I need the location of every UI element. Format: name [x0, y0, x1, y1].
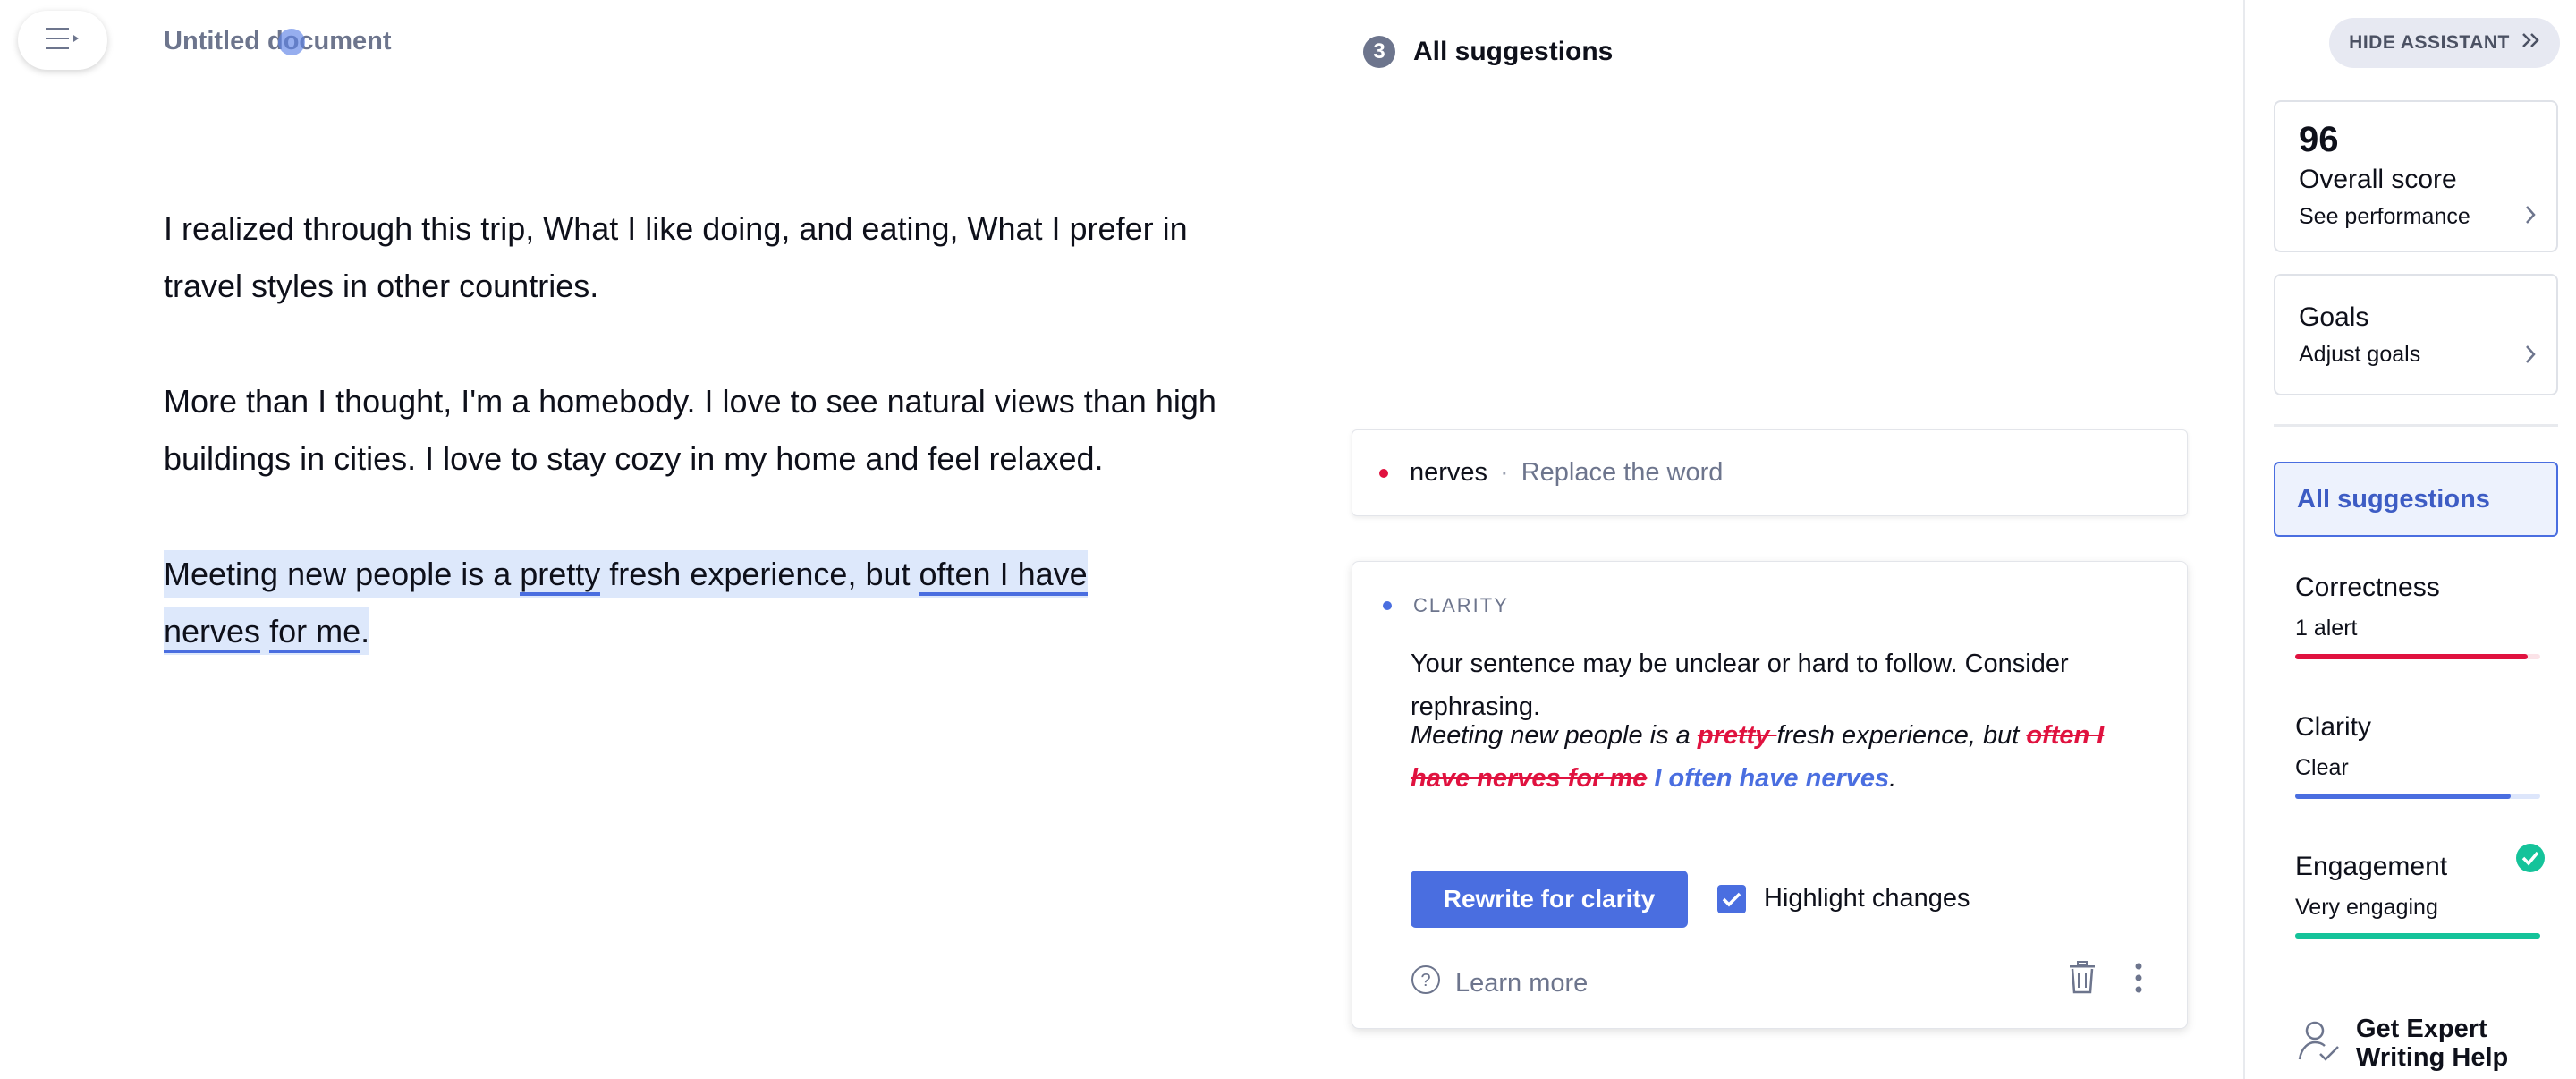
- category-progress-bar: [2295, 654, 2540, 659]
- correctness-dot-icon: [1379, 468, 1388, 478]
- suggestion-word: nerves: [1410, 458, 1488, 487]
- example-text: .: [1889, 764, 1897, 793]
- hide-assistant-label: HIDE ASSISTANT: [2349, 32, 2510, 53]
- expert-writing-help-button[interactable]: Get Expert Writing Help: [2297, 1015, 2535, 1072]
- card-category: CLARITY: [1383, 594, 1509, 617]
- progress-fill: [2295, 654, 2529, 659]
- example-text: Meeting new people is a: [1411, 721, 1698, 750]
- hamburger-menu-icon: [46, 25, 80, 56]
- sidebar-divider: [2274, 424, 2558, 427]
- example-text: fresh experience, but: [1776, 721, 2027, 750]
- category-name: Clarity: [2295, 712, 2372, 742]
- collaborator-cursor: [278, 29, 305, 55]
- chevron-right-icon: [2524, 344, 2537, 370]
- category-engagement[interactable]: Engagement Very engaging: [2295, 844, 2545, 939]
- text-fragment: fresh experience, but: [600, 556, 919, 592]
- chevron-right-icon: [2524, 204, 2537, 230]
- menu-button[interactable]: [18, 11, 107, 70]
- category-progress-bar: [2295, 933, 2540, 939]
- rewrite-for-clarity-button[interactable]: Rewrite for clarity: [1411, 871, 1688, 928]
- category-label: CLARITY: [1413, 594, 1509, 616]
- help-circle-icon: ?: [1411, 964, 1441, 1002]
- category-correctness[interactable]: Correctness 1 alert: [2295, 573, 2540, 659]
- category-status: 1 alert: [2295, 616, 2358, 641]
- more-options-icon[interactable]: [2134, 961, 2143, 999]
- hide-assistant-button[interactable]: HIDE ASSISTANT: [2329, 18, 2560, 68]
- text-fragment: Meeting new people is a: [164, 556, 521, 592]
- adjust-goals-link[interactable]: Adjust goals: [2299, 342, 2420, 368]
- category-progress-bar: [2295, 794, 2540, 799]
- overall-score-label: Overall score: [2299, 165, 2457, 194]
- category-name: Engagement: [2295, 852, 2448, 881]
- category-status: Clear: [2295, 755, 2349, 780]
- learn-more-label: Learn more: [1455, 968, 1589, 998]
- document-paragraph-2[interactable]: More than I thought, I'm a homebody. I l…: [164, 373, 1237, 488]
- checkmark-circle-icon: [2515, 843, 2546, 878]
- separator: ·: [1500, 458, 1509, 487]
- document-paragraph-3[interactable]: Meeting new people is a pretty fresh exp…: [164, 546, 1237, 660]
- category-clarity[interactable]: Clarity Clear: [2295, 712, 2540, 799]
- trash-icon[interactable]: [2068, 961, 2097, 999]
- suggestions-header: 3 All suggestions: [1363, 36, 1613, 68]
- highlight-changes-toggle[interactable]: Highlight changes: [1717, 884, 1970, 913]
- highlight-changes-label: Highlight changes: [1764, 884, 1970, 913]
- double-chevron-right-icon: [2521, 32, 2540, 54]
- suggestions-count-badge: 3: [1363, 36, 1395, 68]
- example-deletion: pretty: [1697, 721, 1777, 750]
- text-fragment: .: [360, 613, 370, 650]
- overall-score-value: 96: [2299, 120, 2339, 159]
- expert-help-label: Get Expert Writing Help: [2356, 1015, 2509, 1072]
- checkbox-checked-icon[interactable]: [1717, 884, 1746, 913]
- suggestion-card-clarity[interactable]: CLARITY Your sentence may be unclear or …: [1352, 561, 2188, 1029]
- svg-text:?: ?: [1420, 971, 1430, 990]
- suggestion-card-collapsed[interactable]: nerves · Replace the word: [1352, 429, 2188, 516]
- suggestions-title: All suggestions: [1413, 37, 1614, 66]
- learn-more-link[interactable]: ? Learn more: [1411, 964, 1588, 1002]
- progress-fill: [2295, 794, 2512, 799]
- suggestion-action: Replace the word: [1521, 458, 1724, 487]
- overall-score-card[interactable]: 96 Overall score See performance: [2274, 100, 2558, 252]
- underlined-phrase-continued[interactable]: for me: [269, 613, 361, 653]
- goals-label: Goals: [2299, 302, 2369, 332]
- document-paragraph-1[interactable]: I realized through this trip, What I lik…: [164, 200, 1237, 315]
- card-example: Meeting new people is a pretty fresh exp…: [1411, 714, 2162, 800]
- underlined-word-pretty[interactable]: pretty: [520, 556, 601, 596]
- goals-card[interactable]: Goals Adjust goals: [2274, 274, 2558, 395]
- category-status: Very engaging: [2295, 895, 2438, 920]
- progress-fill: [2295, 933, 2540, 939]
- category-name: Correctness: [2295, 573, 2440, 602]
- all-suggestions-filter[interactable]: All suggestions: [2274, 462, 2558, 537]
- expert-person-icon: [2297, 1018, 2342, 1069]
- clarity-dot-icon: [1383, 601, 1392, 610]
- see-performance-link[interactable]: See performance: [2299, 204, 2470, 230]
- highlighted-sentence: Meeting new people is a pretty fresh exp…: [164, 550, 1088, 655]
- example-insertion: I often have nerves: [1647, 764, 1890, 793]
